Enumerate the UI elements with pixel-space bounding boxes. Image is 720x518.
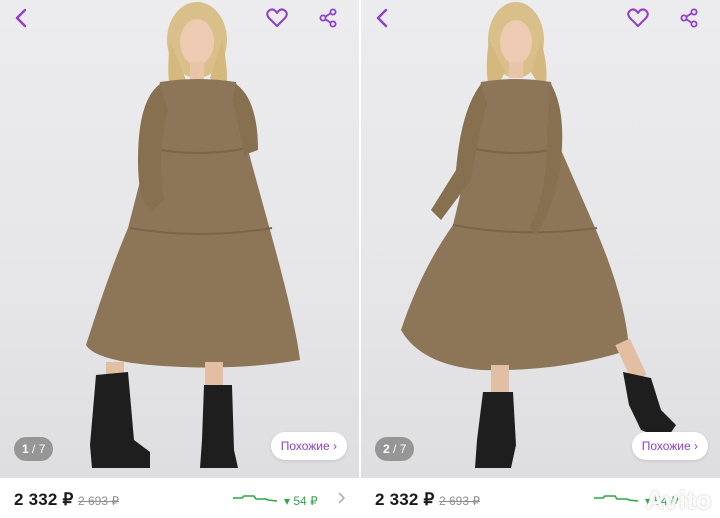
chevron-right-icon[interactable] xyxy=(337,492,345,504)
share-icon[interactable] xyxy=(679,8,703,32)
back-arrow-icon[interactable] xyxy=(14,8,38,32)
price-history-sparkline xyxy=(233,495,278,502)
product-photo[interactable]: 2 / 7 Похожие › xyxy=(361,0,720,478)
gallery-card-2: 2 / 7 Похожие › 2 332 ₽ 2 693 ₽ ▾ 54 ₽ A… xyxy=(361,0,720,518)
price-drop: ▾ 54 ₽ xyxy=(284,494,318,508)
share-icon[interactable] xyxy=(318,8,342,32)
dress-photo-illustration xyxy=(401,2,676,468)
photo-counter: 2 / 7 xyxy=(375,437,415,461)
similar-button[interactable]: Похожие › xyxy=(270,432,347,460)
current-price: 2 332 ₽ xyxy=(375,490,435,509)
heart-icon[interactable] xyxy=(266,8,290,32)
dress-photo-illustration xyxy=(86,2,300,468)
photo-counter: 1 / 7 xyxy=(14,437,54,461)
current-price: 2 332 ₽ xyxy=(14,490,74,509)
listing-gallery: 1 / 7 Похожие › 2 332 ₽ 2 693 ₽ ▾ 54 ₽ 2… xyxy=(0,0,720,518)
heart-icon[interactable] xyxy=(627,8,651,32)
similar-button[interactable]: Похожие › xyxy=(631,432,708,460)
avito-watermark: Avito xyxy=(645,485,712,515)
product-photo[interactable]: 1 / 7 Похожие › xyxy=(0,0,359,478)
price-history-sparkline xyxy=(594,495,639,502)
old-price: 2 693 ₽ xyxy=(439,494,480,508)
gallery-card-1: 1 / 7 Похожие › 2 332 ₽ 2 693 ₽ ▾ 54 ₽ xyxy=(0,0,359,518)
back-arrow-icon[interactable] xyxy=(375,8,399,32)
price-row: 2 332 ₽ 2 693 ₽ ▾ 54 ₽ xyxy=(0,478,359,518)
old-price: 2 693 ₽ xyxy=(78,494,119,508)
